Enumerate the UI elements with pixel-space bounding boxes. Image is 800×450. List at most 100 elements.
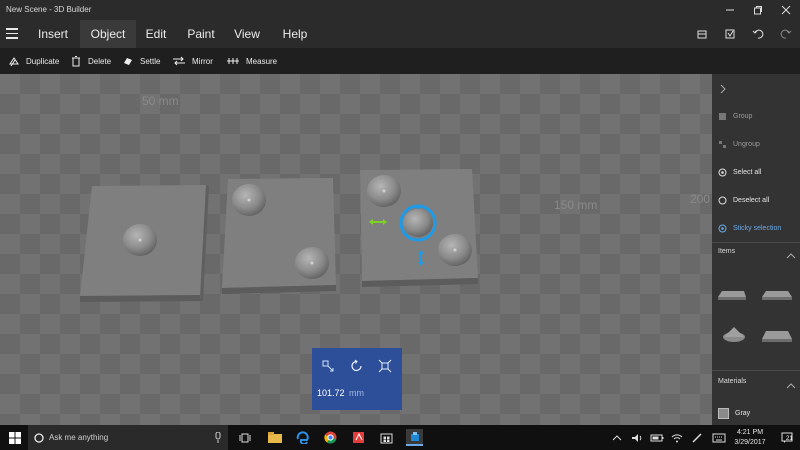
- network-button[interactable]: [668, 429, 685, 446]
- move-mode-button[interactable]: [320, 358, 336, 374]
- measure-icon: [227, 58, 239, 64]
- trash-icon: [72, 56, 80, 67]
- select-all-button[interactable]: Select all: [718, 165, 761, 179]
- store-button[interactable]: [378, 429, 395, 446]
- battery-button[interactable]: [648, 429, 665, 446]
- window-title: New Scene - 3D Builder: [6, 5, 92, 14]
- cone-3[interactable]: [295, 247, 329, 279]
- tray-chevron-button[interactable]: [608, 429, 625, 446]
- edge-icon: [296, 431, 309, 444]
- taskbar: Ask me anything 4:21 PM 3/29/2017 21: [0, 425, 800, 450]
- clock-date: 3/29/2017: [734, 439, 766, 446]
- transform-panel: 101.72 mm: [312, 348, 402, 410]
- rotate-icon: [351, 359, 362, 372]
- materials-heading: Materials: [718, 378, 747, 385]
- clock-time: 4:21 PM: [736, 429, 764, 436]
- minimize-button[interactable]: [716, 0, 744, 20]
- pen-button[interactable]: [688, 429, 705, 446]
- windows-logo-icon: [8, 431, 21, 444]
- 3d-builder-taskbar-button[interactable]: [406, 429, 423, 446]
- duplicate-icon: [9, 57, 19, 67]
- delete-button[interactable]: Delete: [70, 48, 111, 74]
- plate-2[interactable]: [222, 178, 336, 294]
- group-icon: [719, 112, 726, 120]
- start-button[interactable]: [6, 429, 23, 446]
- action-center-button[interactable]: 21: [778, 429, 795, 446]
- settle-button[interactable]: Settle: [122, 48, 160, 74]
- chevron-up-icon: [612, 434, 621, 440]
- chevron-up-icon[interactable]: [786, 251, 796, 261]
- close-button[interactable]: [772, 0, 800, 20]
- task-view-button[interactable]: [236, 429, 253, 446]
- title-bar: New Scene - 3D Builder: [0, 0, 800, 20]
- scale-icon: [378, 359, 392, 373]
- notification-count: 21: [786, 436, 793, 442]
- task-view-icon: [239, 433, 250, 442]
- tab-paint[interactable]: Paint: [180, 20, 222, 48]
- ungroup-button[interactable]: Ungroup: [718, 137, 760, 151]
- close-icon: [781, 5, 791, 15]
- items-heading: Items: [718, 248, 736, 255]
- chevron-right-icon[interactable]: [718, 84, 728, 94]
- group-button[interactable]: Group: [718, 109, 752, 123]
- tab-object[interactable]: Object: [80, 20, 136, 48]
- search-placeholder: Ask me anything: [49, 433, 109, 442]
- redo-icon: [780, 29, 792, 39]
- microphone-icon: [215, 432, 221, 443]
- redo-button[interactable]: [778, 26, 794, 42]
- item-thumb-plate[interactable]: [718, 291, 746, 300]
- system-clock[interactable]: 4:21 PM 3/29/2017: [730, 428, 770, 448]
- cone-5[interactable]: [438, 234, 472, 266]
- divider: [712, 370, 800, 371]
- mirror-icon: [173, 56, 185, 66]
- move-icon: [322, 360, 334, 372]
- volume-button[interactable]: [628, 429, 645, 446]
- item-thumb-plate[interactable]: [762, 291, 792, 300]
- rotate-mode-button[interactable]: [349, 358, 365, 374]
- right-panel: Group Ungroup Select all Deselect all St…: [712, 74, 800, 425]
- deselect-all-icon: [718, 196, 727, 204]
- scale-mode-button[interactable]: [377, 358, 393, 374]
- cone-4[interactable]: [367, 175, 401, 207]
- cone-1[interactable]: [123, 224, 157, 256]
- mirror-button[interactable]: Mirror: [172, 48, 213, 74]
- measure-button[interactable]: Measure: [226, 48, 277, 74]
- file-explorer-button[interactable]: [266, 429, 283, 446]
- object-toolbar: Duplicate Delete Settle Mirror Measure: [0, 48, 800, 74]
- keyboard-button[interactable]: [710, 429, 727, 446]
- chevron-up-icon[interactable]: [786, 381, 796, 391]
- settle-icon: [124, 58, 132, 65]
- plate-1[interactable]: [80, 185, 209, 302]
- app-button[interactable]: [350, 429, 367, 446]
- cortana-search-box[interactable]: Ask me anything: [28, 425, 228, 450]
- tab-help[interactable]: Help: [274, 20, 316, 48]
- battery-icon: [650, 434, 663, 441]
- sticky-selection-toggle[interactable]: Sticky selection: [718, 221, 781, 235]
- cone-2[interactable]: [232, 184, 266, 216]
- edge-browser-button[interactable]: [294, 429, 311, 446]
- deselect-all-button[interactable]: Deselect all: [718, 193, 769, 207]
- wifi-icon: [671, 433, 682, 442]
- undo-button[interactable]: [750, 26, 766, 42]
- cortana-icon: [34, 432, 44, 443]
- cone-selected[interactable]: [399, 204, 437, 242]
- restore-button[interactable]: [744, 0, 772, 20]
- print-3d-button[interactable]: [694, 26, 710, 42]
- item-thumb-plate[interactable]: [762, 331, 792, 342]
- divider: [712, 242, 800, 243]
- scale-value-input[interactable]: 101.72: [317, 388, 345, 398]
- tab-insert[interactable]: Insert: [28, 20, 78, 48]
- tab-view[interactable]: View: [226, 20, 268, 48]
- restore-icon: [754, 6, 762, 15]
- item-thumb-cone[interactable]: [723, 327, 745, 342]
- tab-edit[interactable]: Edit: [136, 20, 176, 48]
- volume-icon: [631, 433, 641, 442]
- duplicate-button[interactable]: Duplicate: [8, 48, 59, 74]
- hamburger-menu-icon[interactable]: [6, 28, 18, 40]
- material-gray[interactable]: Gray: [718, 406, 750, 420]
- app-red-icon: [353, 432, 364, 443]
- chrome-button[interactable]: [322, 429, 339, 446]
- undo-icon: [752, 29, 764, 39]
- save-button[interactable]: [722, 26, 738, 42]
- plate-3[interactable]: [360, 169, 478, 287]
